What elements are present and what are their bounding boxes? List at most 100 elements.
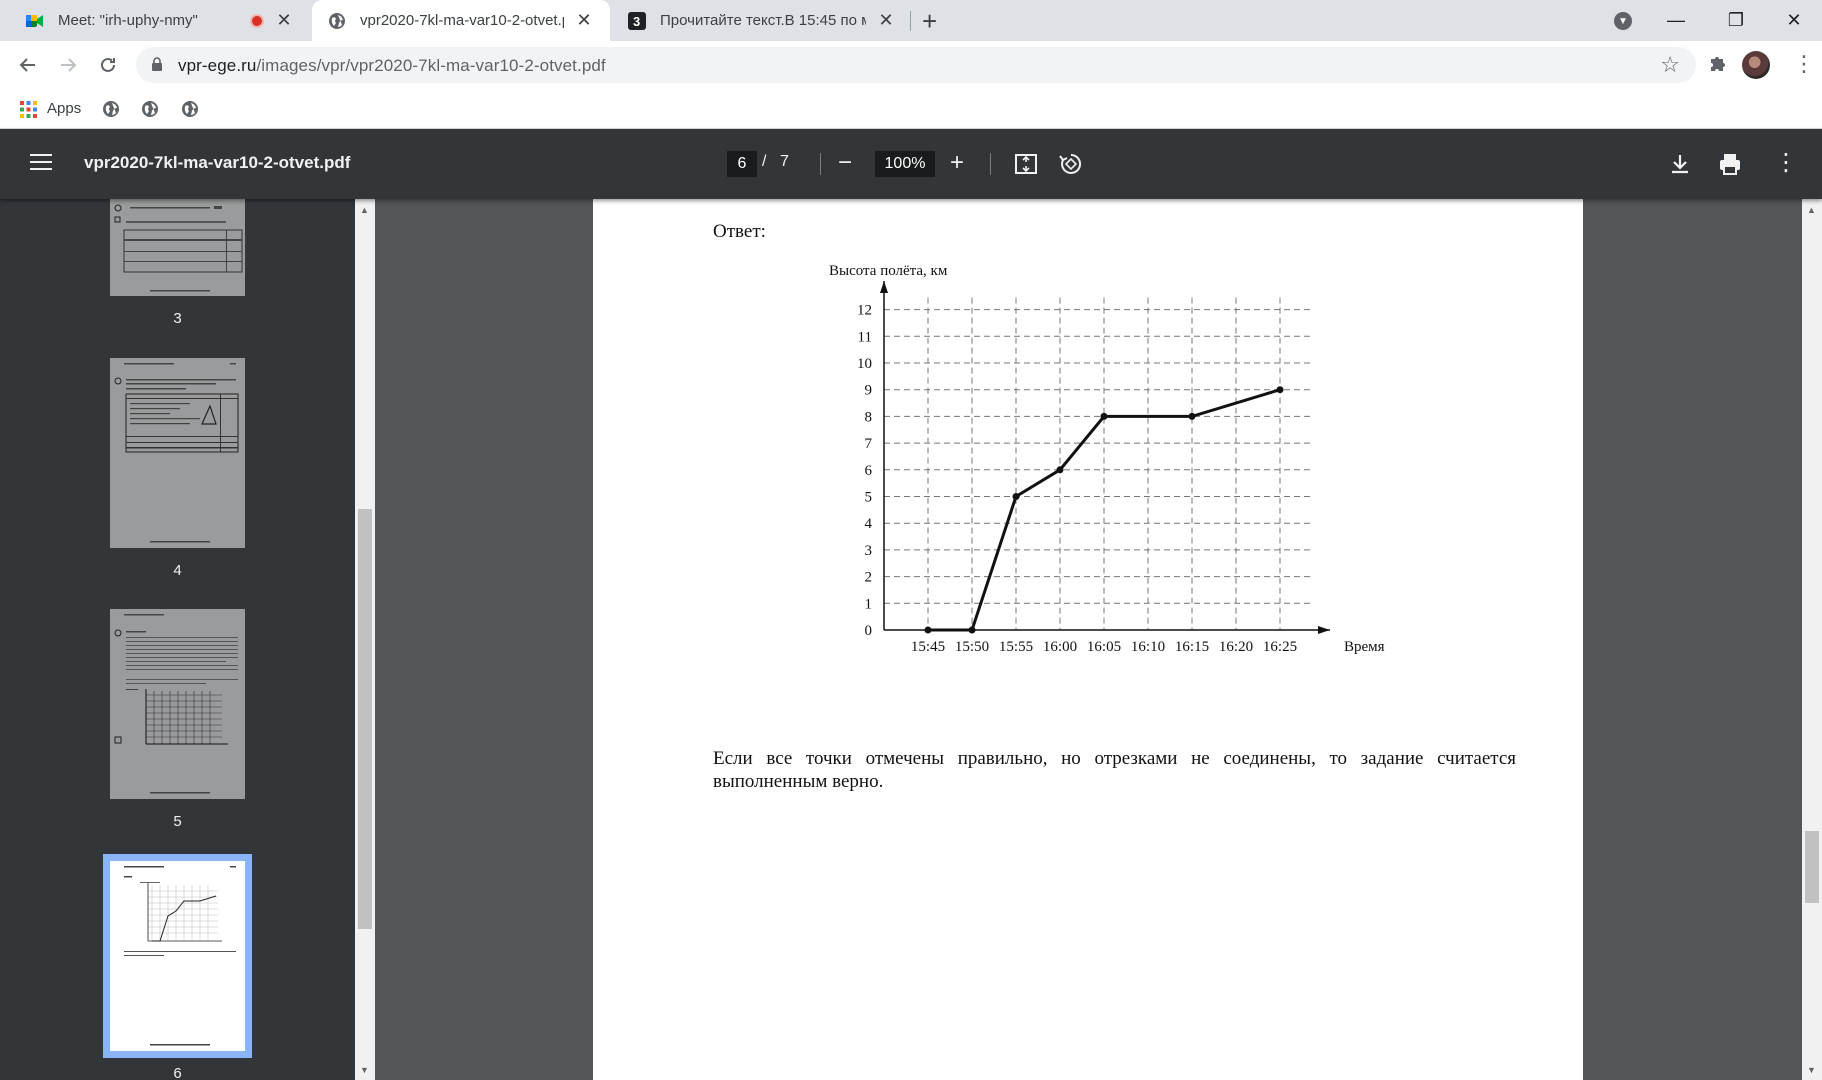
altitude-chart: Высота полёта, км Время 0 1 2 3 4 5 6 7 8 9 10 11 12… — [793, 259, 1443, 689]
data-point — [1188, 412, 1196, 420]
y-tick-label: 1 — [865, 596, 873, 612]
page-total: 7 — [780, 153, 789, 170]
fit-to-page-icon[interactable] — [1012, 150, 1040, 178]
thumbnail-page-4[interactable] — [110, 358, 245, 548]
tab-strip: Meet: "irh-uphy-nmy" ✕ vpr2020-7kl-ma-va… — [0, 0, 1822, 41]
tab-separator — [910, 11, 911, 31]
scroll-up-arrow[interactable]: ▲ — [1807, 205, 1816, 215]
profile-avatar[interactable] — [1742, 51, 1770, 79]
main-scrollbar[interactable]: ▲ ▼ — [1802, 199, 1822, 1080]
minimize-button[interactable]: — — [1648, 0, 1704, 41]
scroll-down-arrow[interactable]: ▼ — [1807, 1065, 1816, 1075]
apps-grid-icon[interactable] — [20, 101, 37, 118]
thumbnail-preview — [114, 363, 239, 543]
svg-text:3: 3 — [633, 14, 640, 29]
y-tick-label: 2 — [865, 570, 873, 586]
download-icon[interactable] — [1666, 150, 1694, 178]
main-scroll-thumb[interactable] — [1805, 831, 1819, 903]
sidebar-scrollbar[interactable]: ▲ ▼ — [355, 199, 375, 1080]
y-axis-arrow — [880, 281, 888, 293]
recording-icon — [250, 13, 264, 28]
window-close-button[interactable]: ✕ — [1766, 0, 1822, 41]
thumbnail-preview — [114, 204, 243, 292]
close-icon[interactable]: ✕ — [876, 10, 896, 31]
forward-button[interactable] — [54, 51, 82, 79]
scroll-down-arrow[interactable]: ▼ — [360, 1065, 369, 1075]
print-icon[interactable] — [1716, 150, 1744, 178]
pdf-toolbar: vpr2020-7kl-ma-var10-2-otvet.pdf 6 / 7 −… — [0, 129, 1822, 199]
tab-title: Meet: "irh-uphy-nmy" — [58, 12, 198, 29]
arrow-right-icon — [61, 58, 77, 72]
page-separator: / — [762, 153, 767, 170]
zoom-level-input[interactable]: 100% — [875, 151, 935, 177]
scroll-up-arrow[interactable]: ▲ — [360, 205, 369, 215]
restore-button[interactable]: ❐ — [1708, 0, 1764, 41]
thumbnail-page-3[interactable] — [110, 199, 245, 296]
x-tick-label: 15:45 — [911, 639, 945, 655]
globe-icon[interactable] — [181, 100, 199, 118]
rotate-icon[interactable] — [1057, 150, 1085, 178]
x-tick-label: 16:00 — [1043, 639, 1077, 655]
y-tick-label: 0 — [865, 623, 873, 639]
tab-meet[interactable]: Meet: "irh-uphy-nmy" ✕ — [10, 0, 310, 41]
thumbnail-label: 4 — [173, 562, 182, 579]
thumbnail-page-5[interactable] — [110, 609, 245, 799]
globe-icon[interactable] — [102, 100, 120, 118]
y-tick-label: 4 — [865, 516, 873, 532]
thumbnail-label: 6 — [173, 1065, 182, 1080]
y-tick-label: 6 — [865, 463, 873, 479]
thumbnail-label: 5 — [173, 813, 182, 830]
x-tick-label: 16:25 — [1263, 639, 1297, 655]
sidebar-scroll-thumb[interactable] — [358, 509, 372, 929]
thumbnail-sidebar: 3 4 5 6 — [0, 199, 355, 1080]
globe-icon — [328, 12, 346, 30]
y-tick-label: 5 — [865, 490, 873, 506]
tab-title: vpr2020-7kl-ma-var10-2-otvet.pdf — [360, 12, 564, 29]
sidebar-menu-icon[interactable] — [30, 154, 52, 172]
data-point — [1056, 466, 1064, 474]
new-tab-button[interactable]: + — [922, 6, 937, 37]
apps-label[interactable]: Apps — [47, 100, 81, 117]
znanija-icon: 3 — [628, 11, 646, 30]
close-icon[interactable]: ✕ — [274, 10, 294, 31]
tab-pdf[interactable]: vpr2020-7kl-ma-var10-2-otvet.pdf ✕ — [312, 0, 610, 41]
data-point — [1100, 412, 1108, 420]
google-meet-icon — [26, 12, 44, 30]
y-tick-label: 3 — [865, 543, 873, 559]
x-tick-label: 16:10 — [1131, 639, 1165, 655]
address-bar[interactable]: vpr-ege.ru/images/vpr/vpr2020-7kl-ma-var… — [136, 47, 1696, 83]
globe-icon[interactable] — [141, 100, 159, 118]
reload-button[interactable] — [94, 51, 122, 79]
browser-menu-icon[interactable]: ⋮ — [1793, 53, 1815, 75]
tab-znanija[interactable]: 3 Прочитайте текст.В 15:45 по местному ✕ — [612, 0, 912, 41]
thumbnail-preview — [110, 861, 245, 1051]
pdf-more-icon[interactable]: ⋮ — [1774, 149, 1798, 177]
thumbnail-preview — [114, 614, 238, 794]
lock-icon — [152, 57, 162, 71]
x-tick-label: 15:55 — [999, 639, 1033, 655]
page-number-input[interactable]: 6 — [727, 151, 757, 177]
tab-title: Прочитайте текст.В 15:45 по местному — [660, 12, 866, 29]
url-path: /images/vpr/vpr2020-7kl-ma-var10-2-otvet… — [256, 56, 606, 75]
y-tick-label: 11 — [858, 329, 872, 345]
chart-svg: Высота полёта, км Время 0123456789101112… — [829, 263, 1385, 655]
x-tick-label: 16:05 — [1087, 639, 1121, 655]
y-axis-label: Высота полёта, км — [829, 263, 948, 279]
tab-search-icon[interactable]: ▼ — [1614, 12, 1632, 30]
data-point — [968, 626, 976, 634]
x-axis-label: Время — [1344, 639, 1385, 655]
zoom-out-button[interactable]: − — [838, 149, 852, 177]
bookmark-star-icon[interactable]: ☆ — [1660, 52, 1680, 78]
data-point — [1012, 493, 1020, 500]
zoom-in-button[interactable]: + — [950, 149, 964, 177]
thumbnail-page-6[interactable] — [103, 854, 252, 1058]
extensions-puzzle-icon[interactable] — [1703, 51, 1731, 79]
data-point — [1276, 386, 1284, 394]
x-tick-label: 16:15 — [1175, 639, 1209, 655]
close-icon[interactable]: ✕ — [574, 10, 594, 31]
back-button[interactable] — [14, 51, 42, 79]
arrow-left-icon — [19, 58, 35, 72]
data-point — [924, 626, 932, 634]
url-text: vpr-ege.ru/images/vpr/vpr2020-7kl-ma-var… — [178, 56, 606, 76]
x-tick-label: 15:50 — [955, 639, 989, 655]
